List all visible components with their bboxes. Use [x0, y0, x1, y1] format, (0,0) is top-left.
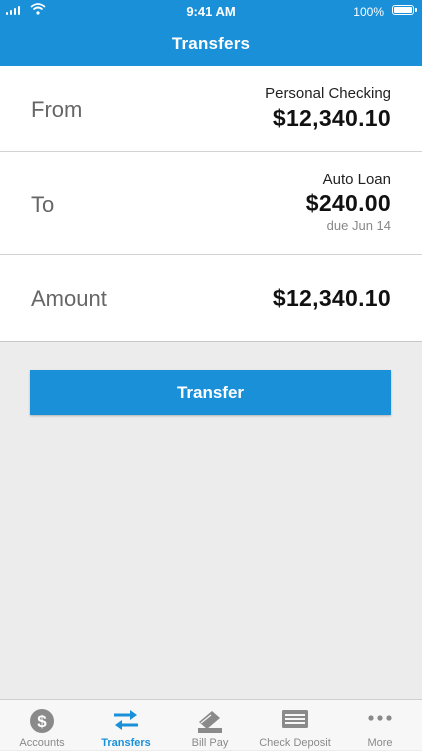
- tab-label: Check Deposit: [259, 737, 331, 749]
- tab-check-deposit[interactable]: Check Deposit: [252, 700, 338, 751]
- tab-more[interactable]: More: [338, 700, 422, 751]
- tab-accounts[interactable]: $ Accounts: [0, 700, 84, 751]
- from-account-name: Personal Checking: [265, 85, 391, 102]
- from-account-row[interactable]: From Personal Checking $12,340.10: [0, 66, 422, 152]
- tab-label: Transfers: [101, 737, 151, 749]
- page-title: Transfers: [171, 34, 251, 53]
- amount-row[interactable]: Amount $12,340.10: [0, 255, 422, 342]
- from-label: From: [31, 97, 83, 122]
- amount-label: Amount: [31, 286, 107, 311]
- status-bar: 9:41 AM 100%: [0, 0, 422, 22]
- to-account-amount: $240.00: [305, 190, 391, 216]
- bill-pay-icon: [198, 711, 222, 733]
- svg-text:$: $: [37, 712, 47, 731]
- battery-percent: 100%: [353, 5, 384, 19]
- to-due-date: due Jun 14: [326, 218, 391, 233]
- to-account-name: Auto Loan: [322, 171, 391, 188]
- tab-bar: $ Accounts Transfers Bill Pay Check Depo…: [0, 699, 422, 750]
- transfer-button[interactable]: Transfer: [30, 370, 391, 415]
- tab-label: More: [367, 737, 393, 749]
- top-bar: 9:41 AM 100% Transfers: [0, 0, 422, 66]
- dollar-circle-icon: $: [30, 709, 54, 733]
- transfer-arrows-icon: [114, 710, 138, 730]
- amount-value[interactable]: $12,340.10: [273, 285, 391, 312]
- more-dots-icon: [368, 715, 392, 721]
- to-account-row[interactable]: To Auto Loan $240.00 due Jun 14: [0, 152, 422, 255]
- battery-icon: [392, 5, 417, 15]
- tab-bill-pay[interactable]: Bill Pay: [168, 700, 252, 751]
- tab-label: Accounts: [19, 737, 65, 749]
- to-label: To: [31, 192, 55, 217]
- tab-label: Bill Pay: [191, 737, 229, 749]
- check-icon: [282, 710, 308, 728]
- tab-transfers[interactable]: Transfers: [84, 700, 168, 751]
- from-account-balance: $12,340.10: [272, 105, 391, 131]
